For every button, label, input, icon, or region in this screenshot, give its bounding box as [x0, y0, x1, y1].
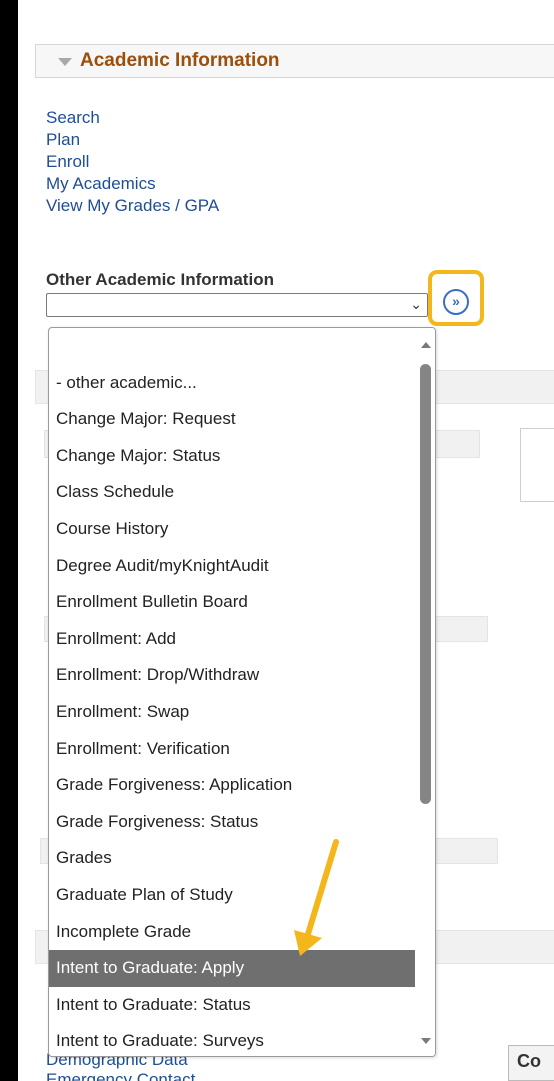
dropdown-option[interactable]: Enrollment: Drop/Withdraw [49, 657, 415, 694]
dropdown-option[interactable]: Intent to Graduate: Status [49, 987, 415, 1024]
dropdown-option[interactable]: Degree Audit/myKnightAudit [49, 548, 415, 585]
dropdown-option[interactable]: Incomplete Grade [49, 914, 415, 951]
dropdown-option-highlighted[interactable]: Intent to Graduate: Apply [49, 950, 415, 987]
dropdown-option[interactable]: Change Major: Status [49, 438, 415, 475]
dropdown-option[interactable]: Enrollment: Verification [49, 731, 415, 768]
double-chevron-right-icon[interactable]: » [443, 289, 469, 315]
link-search[interactable]: Search [46, 107, 219, 129]
collapse-triangle-icon[interactable] [58, 58, 72, 66]
dropdown-option[interactable]: - other academic... [49, 365, 415, 402]
scroll-down-arrow-icon[interactable] [421, 1038, 431, 1044]
scroll-thumb[interactable] [420, 364, 431, 804]
emergency-contact-link[interactable]: Emergency Contact [46, 1070, 195, 1081]
dropdown-option[interactable]: Class Schedule [49, 474, 415, 511]
academic-information-header[interactable]: Academic Information [35, 44, 554, 78]
dropdown-option[interactable]: Grade Forgiveness: Application [49, 767, 415, 804]
dropdown-option[interactable]: Enrollment: Swap [49, 694, 415, 731]
link-my-academics[interactable]: My Academics [46, 173, 219, 195]
dropdown-option[interactable] [49, 328, 415, 365]
contact-panel-header: Co [508, 1045, 554, 1081]
dropdown-option[interactable]: Graduate Plan of Study [49, 877, 415, 914]
dropdown-option[interactable]: Enrollment: Add [49, 621, 415, 658]
academic-links: Search Plan Enroll My Academics View My … [46, 107, 219, 217]
dropdown-option[interactable]: Intent to Graduate: Surveys [49, 1023, 415, 1056]
background-panel [520, 428, 554, 502]
dropdown-scrollbar[interactable] [417, 328, 435, 1056]
student-center-panel: Academic Information Search Plan Enroll … [18, 0, 554, 1081]
link-plan[interactable]: Plan [46, 129, 219, 151]
dropdown-option[interactable]: Grade Forgiveness: Status [49, 804, 415, 841]
annotation-arrow-icon [294, 839, 339, 956]
dropdown-option[interactable]: Change Major: Request [49, 401, 415, 438]
dropdown-options: - other academic... Change Major: Reques… [49, 328, 415, 1056]
link-enroll[interactable]: Enroll [46, 151, 219, 173]
other-academic-label: Other Academic Information [46, 270, 274, 289]
scroll-up-arrow-icon[interactable] [421, 342, 431, 348]
section-title: Academic Information [80, 50, 280, 71]
link-view-grades[interactable]: View My Grades / GPA [46, 195, 219, 217]
dropdown-option[interactable]: Course History [49, 511, 415, 548]
other-academic-select[interactable]: ⌄ [46, 293, 428, 317]
dropdown-option[interactable]: Grades [49, 840, 415, 877]
chevron-down-icon[interactable]: ⌄ [410, 296, 422, 313]
other-academic-dropdown-list[interactable]: - other academic... Change Major: Reques… [48, 327, 436, 1057]
dropdown-option[interactable]: Enrollment Bulletin Board [49, 584, 415, 621]
